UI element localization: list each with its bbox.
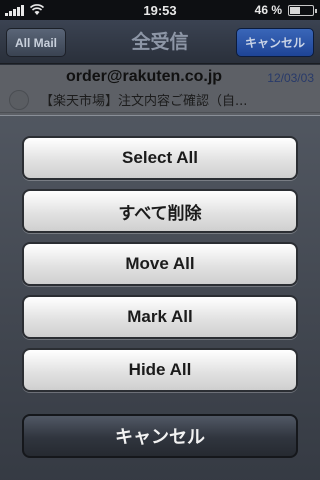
action-sheet: Select All すべて削除 Move All Mark All Hide …	[0, 115, 320, 480]
battery-level-fill	[290, 7, 300, 14]
mail-date: 12/03/03	[267, 71, 314, 85]
page-title: 全受信	[131, 31, 189, 53]
sheet-cancel-button[interactable]: キャンセル	[22, 414, 298, 458]
mail-subject: 【楽天市場】注文内容ご確認（自...	[40, 94, 248, 109]
hide-all-button[interactable]: Hide All	[22, 348, 298, 392]
select-all-button[interactable]: Select All	[22, 136, 298, 180]
navigation-bar: All Mail 全受信 キャンセル	[0, 20, 320, 64]
nav-cancel-button[interactable]: キャンセル	[236, 28, 314, 57]
mail-list-item[interactable]: order@rakuten.co.jp 12/03/03 【楽天市場】注文内容ご…	[0, 65, 320, 113]
status-bar: 19:53 46 %	[0, 0, 320, 20]
select-radio-icon[interactable]	[9, 90, 29, 110]
mark-all-button[interactable]: Mark All	[22, 295, 298, 339]
battery-percentage: 46 %	[254, 3, 282, 17]
delete-all-button[interactable]: すべて削除	[22, 189, 298, 233]
mail-sender: order@rakuten.co.jp	[66, 68, 223, 85]
all-mail-button[interactable]: All Mail	[6, 28, 66, 57]
battery-icon	[288, 5, 317, 16]
move-all-button[interactable]: Move All	[22, 242, 298, 286]
